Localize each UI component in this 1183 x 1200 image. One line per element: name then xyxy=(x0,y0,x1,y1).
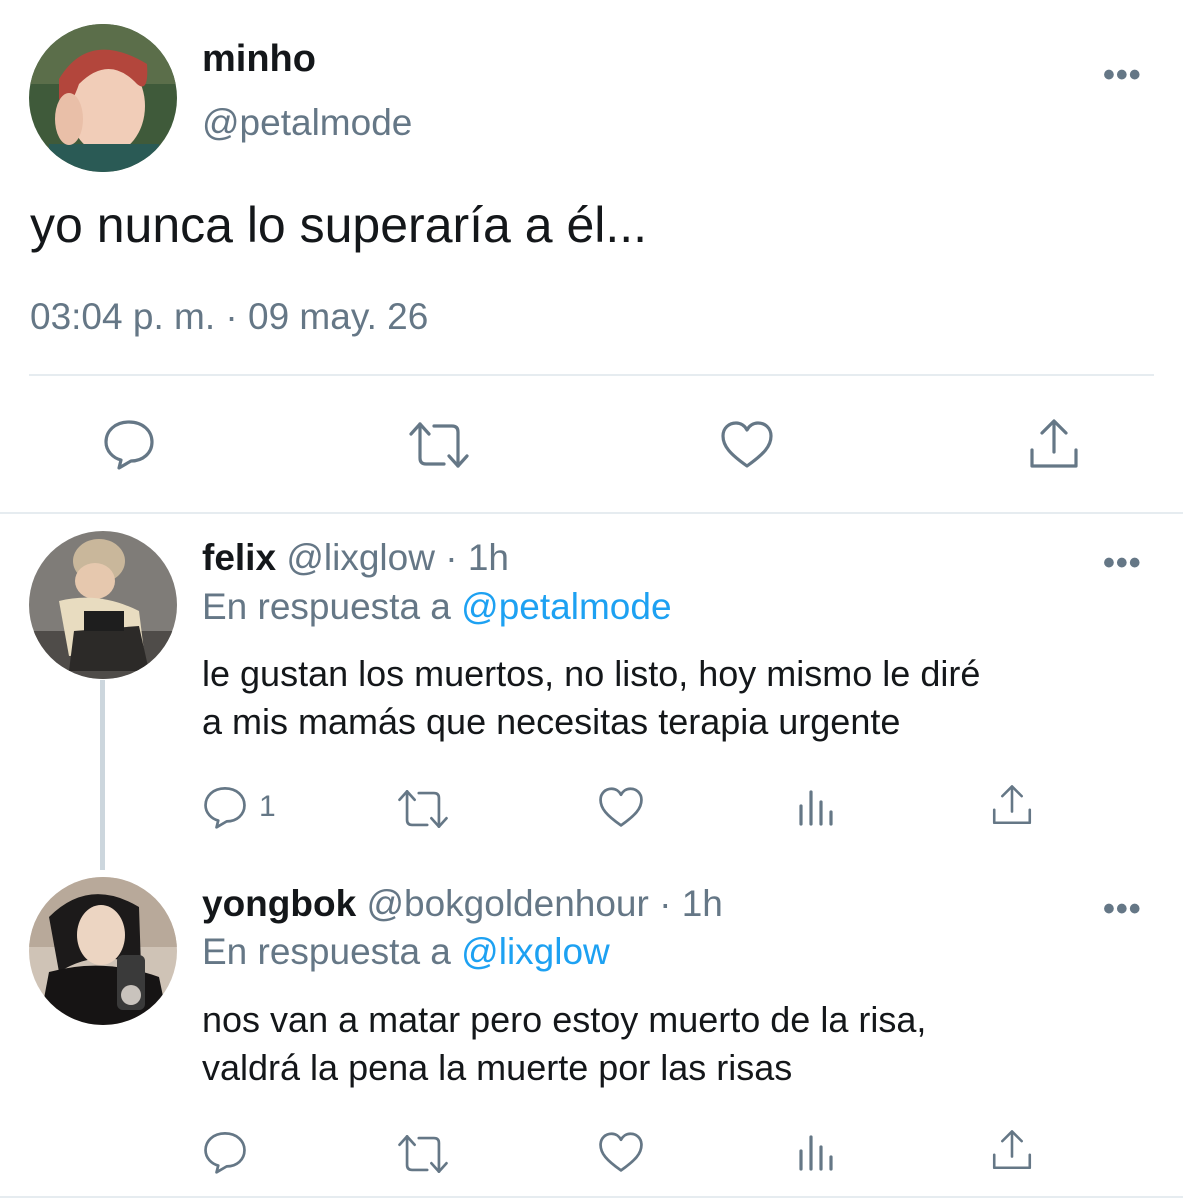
reply-author-name[interactable]: felix xyxy=(202,537,276,578)
divider xyxy=(0,1196,1183,1198)
retweet-button[interactable] xyxy=(397,788,449,830)
like-button[interactable] xyxy=(720,420,774,470)
share-button[interactable] xyxy=(991,1129,1033,1171)
mention-link[interactable]: @lixglow xyxy=(461,931,610,972)
share-icon xyxy=(1030,419,1078,468)
author-name[interactable]: minho xyxy=(202,38,316,81)
tweet-text: yo nunca lo superaría a él... xyxy=(30,197,648,253)
reply-text: le gustan los muertos, no listo, hoy mis… xyxy=(202,650,1152,746)
analytics-button[interactable] xyxy=(797,788,835,828)
retweet-icon xyxy=(398,790,448,828)
retweet-icon xyxy=(398,1135,448,1173)
thread-line xyxy=(100,680,105,870)
share-icon xyxy=(992,1130,1032,1170)
separator-dot: · xyxy=(445,537,458,578)
share-button[interactable] xyxy=(991,784,1033,826)
more-options-button[interactable]: ••• xyxy=(1103,546,1142,580)
analytics-button[interactable] xyxy=(797,1133,835,1173)
tweet-timestamp[interactable]: 03:04 p. m. · 09 may. 26 xyxy=(30,296,428,338)
heart-icon xyxy=(721,421,773,468)
separator-dot: · xyxy=(659,883,672,924)
reply-count: 1 xyxy=(259,790,276,823)
reply-author-name[interactable]: yongbok xyxy=(202,883,356,924)
avatar[interactable] xyxy=(29,877,177,1025)
reply-text-line: nos van a matar pero estoy muerto de la … xyxy=(202,999,927,1040)
analytics-icon xyxy=(799,1135,833,1171)
retweet-button[interactable] xyxy=(397,1133,449,1175)
reply-text-line: a mis mamás que necesitas terapia urgent… xyxy=(202,701,901,742)
replying-to-label: En respuesta a xyxy=(202,931,451,972)
reply-author-handle[interactable]: @bokgoldenhour xyxy=(366,883,648,924)
author-handle[interactable]: @petalmode xyxy=(202,102,412,144)
retweet-icon xyxy=(409,422,469,468)
reply-text-line: le gustan los muertos, no listo, hoy mis… xyxy=(202,653,981,694)
reply-header: felix @lixglow · 1h xyxy=(202,537,509,579)
reply-icon xyxy=(204,1132,246,1174)
mention-link[interactable]: @petalmode xyxy=(461,586,671,627)
replying-to: En respuesta a @petalmode xyxy=(202,586,672,628)
replying-to: En respuesta a @lixglow xyxy=(202,931,610,973)
reply-author-handle[interactable]: @lixglow xyxy=(286,537,435,578)
heart-icon xyxy=(599,1132,643,1172)
avatar[interactable] xyxy=(29,531,177,679)
like-button[interactable] xyxy=(598,786,644,829)
reply-text-line: valdrá la pena la muerte por las risas xyxy=(202,1047,793,1088)
reply-button[interactable] xyxy=(103,418,155,470)
more-options-button[interactable]: ••• xyxy=(1103,58,1142,92)
replying-to-label: En respuesta a xyxy=(202,586,451,627)
more-options-button[interactable]: ••• xyxy=(1103,892,1142,926)
reply-time[interactable]: 1h xyxy=(468,537,509,578)
retweet-button[interactable] xyxy=(408,420,470,470)
analytics-icon xyxy=(799,790,833,826)
reply-text: nos van a matar pero estoy muerto de la … xyxy=(202,996,1152,1092)
reply-time[interactable]: 1h xyxy=(682,883,723,924)
reply-icon xyxy=(104,420,154,470)
avatar[interactable] xyxy=(29,24,177,172)
share-button[interactable] xyxy=(1028,418,1080,470)
divider xyxy=(0,512,1183,514)
reply-button[interactable] xyxy=(203,1130,247,1174)
heart-icon xyxy=(599,787,643,827)
reply-button[interactable]: 1 xyxy=(203,785,276,829)
divider xyxy=(29,374,1154,376)
like-button[interactable] xyxy=(598,1131,644,1174)
share-icon xyxy=(992,785,1032,825)
reply-icon xyxy=(204,787,246,829)
reply-header: yongbok @bokgoldenhour · 1h xyxy=(202,883,723,925)
